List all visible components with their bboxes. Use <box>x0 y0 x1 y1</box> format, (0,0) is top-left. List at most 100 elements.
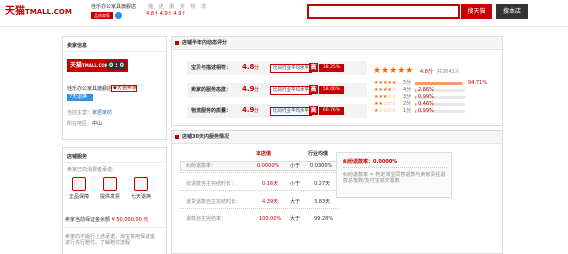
dsr-header-values: 4.8↑ 4.9↑ 4.9↑ <box>146 11 186 17</box>
dsr-row-label: 卖家的服务态度： <box>191 87 232 93</box>
service-row-shop: 100.00% <box>259 216 282 222</box>
shop-quality-badge: 品质商家 <box>91 12 113 19</box>
search-tmall-button[interactable]: 搜天猫 <box>461 4 492 19</box>
dist-label: 5分 <box>403 80 412 86</box>
refund-rate-summary: 纠纷退款率：0.0000% 纠纷退款率 = 判定淘宝同意退款与卖家责任退款总笔数… <box>336 152 452 198</box>
dsr-row-label: 宝贝与描述相符： <box>191 65 232 71</box>
service-item-genuine[interactable]: 正品保障 <box>69 194 89 200</box>
search-input[interactable] <box>307 4 460 19</box>
summary-title: 纠纷退款率：0.0000% <box>343 159 398 165</box>
dsr-panel: 店铺半年内动态评分 宝贝与描述相符： 4.8 分 比同行业平均水平 高 38.2… <box>171 36 503 126</box>
service-row-shop: 0.16天 <box>262 181 279 187</box>
service-panel-title: 店铺30天内服务情况 <box>172 131 502 144</box>
service-row-compare: 大于 <box>290 199 301 205</box>
dist-row: ★★★★★ 5分 94.71% <box>372 80 500 87</box>
col-industry-average: 行业均值 <box>308 151 329 157</box>
service-row-compare: 大于 <box>290 216 301 222</box>
dist-label: 3分 <box>403 94 412 100</box>
verified-icon <box>115 12 122 19</box>
dist-stars-icon: ★★☆☆☆ <box>374 101 397 107</box>
dist-percent: 0.99% <box>418 94 434 100</box>
service-row-label[interactable]: 退货退款自主完结时长： <box>186 199 241 205</box>
dist-label: 2分 <box>403 101 412 107</box>
service-row-label[interactable]: 退款自主完结率： <box>186 216 226 222</box>
service-row-shop: 4.39天 <box>262 199 279 205</box>
tmall-logo[interactable]: 天猫TMALL.COM <box>5 5 73 19</box>
dist-row: ★★★★☆ 4分 2.86% <box>372 87 500 94</box>
main-category: 当前主营：家居家纺 <box>67 110 113 116</box>
service-item-return[interactable]: 七天退换 <box>131 194 151 200</box>
return-tag: 7天退换 <box>67 94 93 101</box>
dist-bar <box>415 82 465 85</box>
summary-count: 共3041人 <box>437 69 460 75</box>
dist-percent: 0.46% <box>418 101 434 107</box>
dsr-higher-badge: 高 <box>309 63 318 72</box>
service-row-avg: 3.83天 <box>314 199 331 205</box>
dsr-panel-title: 店铺半年内动态评分 <box>172 37 502 50</box>
deposit: 卖家当前保证金余额 ¥ 50,000.00 元 <box>65 217 149 223</box>
dsr-row: 物流服务的质量： 4.9 分 比同行业平均水平 高 60.76% <box>187 104 367 118</box>
location: 所在地区：中山 <box>67 121 103 127</box>
dist-row: ★★★☆☆ 3分 0.99% <box>372 94 500 101</box>
dsr-higher-badge: 高 <box>309 106 318 115</box>
tmall-score: 0 : 0 <box>107 61 126 70</box>
service-row-compare: 小于 <box>290 163 301 169</box>
search-shop-button[interactable]: 搜本店 <box>496 4 528 19</box>
tmall-seller-tag: ◆天猫卖家 <box>111 85 137 92</box>
dist-percent: 0.99% <box>418 108 434 114</box>
dsr-row: 宝贝与描述相符： 4.8 分 比同行业平均水平 高 38.25% <box>187 61 367 75</box>
service-promise-text: 卖家已向消费者承诺： <box>67 167 118 173</box>
shop-service-box: 店铺服务 卖家已向消费者承诺： 正品保障 提供发票 七天退换 卖家当前保证金余额… <box>62 147 167 254</box>
dsr-row-score: 4.8 <box>242 63 255 71</box>
shop-service-title: 店铺服务 <box>67 154 88 160</box>
service-row-label[interactable]: 纠纷退款率： <box>186 163 216 169</box>
summary-description: 纠纷退款率 = 判定淘宝同意退款与卖家责任退款总笔数/支付宝成交笔数 <box>343 172 446 184</box>
col-shop-value: 本店值 <box>256 151 272 157</box>
dist-bar-fill <box>415 82 463 85</box>
service-row-label[interactable]: 仅退款自主完结时长： <box>186 181 236 187</box>
seller-shop-name[interactable]: 佳乐办公家具旗舰店 <box>67 86 112 92</box>
shop-name[interactable]: 佳乐办公家具旗舰店 <box>91 4 136 11</box>
dsr-higher-badge: 高 <box>309 85 318 94</box>
dsr-compare-label: 比同行业平均水平 <box>270 107 312 116</box>
dist-percent: 2.86% <box>418 87 434 93</box>
dsr-compare-label: 比同行业平均水平 <box>270 86 312 95</box>
seven-day-return-icon <box>134 177 148 191</box>
dsr-row-label: 物流服务的质量： <box>191 108 232 114</box>
dist-label: 4分 <box>403 87 412 93</box>
dist-stars-icon: ★★★☆☆ <box>374 94 397 100</box>
service-row-avg: 0.0300% <box>310 163 333 169</box>
dsr-row-score: 4.9 <box>242 106 255 114</box>
dsr-row-percent: 58.00% <box>319 86 344 94</box>
dsr-row-unit: 分 <box>254 65 260 71</box>
summary-stars-icon: ★★★★★ <box>373 66 414 76</box>
tmall-credit-badge: 天猫TMALL.COM 0 : 0 <box>67 59 128 72</box>
dsr-header-labels: 描 述 服 务 物 流 <box>148 4 209 10</box>
dist-stars-icon: ★☆☆☆☆ <box>374 108 397 114</box>
dsr-row-unit: 分 <box>254 87 260 93</box>
seller-info-title: 卖家信息 <box>67 43 88 49</box>
dist-stars-icon: ★★★★★ <box>374 80 397 86</box>
score-distribution: ★★★★★ 4.8分 共3041人 ★★★★★ 5分 94.71% ★★★★☆ 4分 2.… <box>372 67 500 123</box>
dist-label: 1分 <box>403 108 412 114</box>
service-row-compare: 小于 <box>290 181 301 187</box>
dsr-row: 卖家的服务态度： 4.9 分 比同行业平均水平 高 58.00% <box>187 83 367 97</box>
dsr-compare-label: 比同行业平均水平 <box>270 64 312 73</box>
dist-row: ★☆☆☆☆ 1分 0.99% <box>372 108 500 115</box>
service-icons: 正品保障 提供发票 七天退换 <box>67 177 165 207</box>
dsr-row-percent: 60.76% <box>319 107 344 115</box>
service-row-avg: 0.27天 <box>314 181 331 187</box>
service-row-shop: 0.0000% <box>257 163 280 169</box>
dsr-row-percent: 38.25% <box>319 64 344 72</box>
summary-score: 4.8分 <box>420 69 433 75</box>
dist-row: ★★☆☆☆ 2分 0.46% <box>372 101 500 108</box>
service-item-invoice[interactable]: 提供发票 <box>100 194 120 200</box>
service-row-avg: 99.28% <box>314 216 334 222</box>
compensation-note: 卖家向不履行上述承诺，淘宝将用保证金进行先行赔付。了解赔付流程 <box>65 234 156 246</box>
dist-bar-fill <box>415 89 417 92</box>
dsr-row-unit: 分 <box>254 108 260 114</box>
genuine-guarantee-icon <box>72 177 86 191</box>
dist-stars-icon: ★★★★☆ <box>374 87 397 93</box>
invoice-icon <box>103 177 117 191</box>
seller-info-box: 卖家信息 天猫TMALL.COM 0 : 0 佳乐办公家具旗舰店 ◆天猫卖家 7… <box>62 36 167 140</box>
